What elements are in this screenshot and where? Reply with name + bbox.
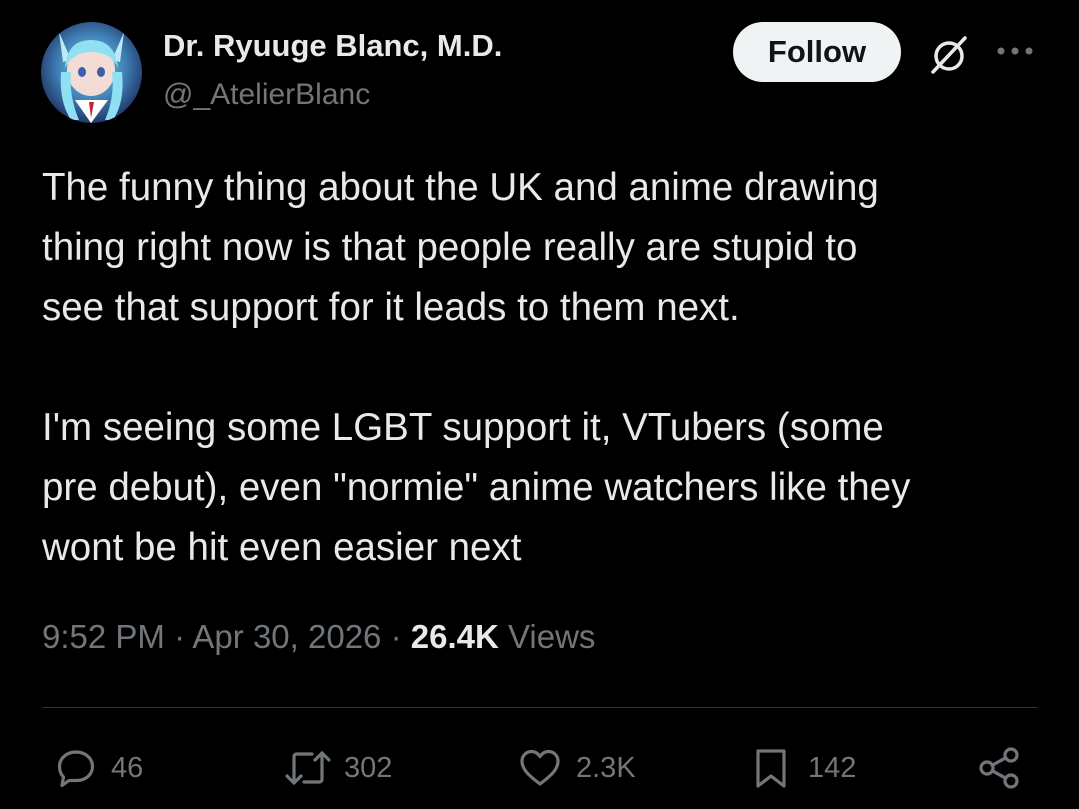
author-handle[interactable]: @_AtelierBlanc bbox=[163, 78, 370, 112]
like-button[interactable]: 2.3K bbox=[518, 740, 636, 796]
bookmark-icon bbox=[756, 749, 786, 788]
follow-button[interactable]: Follow bbox=[733, 22, 901, 82]
tweet-line: wont be hit even easier next bbox=[42, 526, 522, 569]
bookmark-button[interactable]: 142 bbox=[752, 740, 856, 796]
repost-count: 302 bbox=[344, 751, 393, 784]
reply-icon bbox=[57, 750, 95, 788]
tweet-time[interactable]: 9:52 PM bbox=[42, 618, 165, 655]
share-button[interactable] bbox=[976, 740, 1022, 796]
author-display-name[interactable]: Dr. Ryuuge Blanc, M.D. bbox=[163, 28, 502, 64]
share-icon bbox=[979, 747, 1019, 789]
tweet-meta: 9:52 PM · Apr 30, 2026 · 26.4K Views bbox=[42, 618, 595, 656]
views-count: 26.4K bbox=[410, 618, 499, 655]
meta-separator: · bbox=[164, 618, 193, 655]
avatar-image bbox=[59, 32, 124, 123]
heart-icon bbox=[520, 749, 560, 786]
reply-button[interactable]: 46 bbox=[55, 740, 143, 796]
tweet-text: The funny thing about the UK and anime d… bbox=[42, 158, 1042, 578]
tweet-line: pre debut), even "normie" anime watchers… bbox=[42, 466, 911, 509]
repost-button[interactable]: 302 bbox=[284, 740, 392, 796]
tweet-line: thing right now is that people really ar… bbox=[42, 226, 858, 269]
more-dots-icon[interactable] bbox=[994, 44, 1036, 58]
bookmark-count: 142 bbox=[808, 751, 857, 784]
tweet-line: I'm seeing some LGBT support it, VTubers… bbox=[42, 406, 884, 449]
repost-icon bbox=[285, 751, 331, 785]
avatar[interactable] bbox=[41, 22, 142, 123]
grok-slash-icon[interactable] bbox=[925, 30, 973, 78]
tweet-date[interactable]: Apr 30, 2026 bbox=[192, 618, 381, 655]
meta-separator: · bbox=[381, 618, 411, 655]
divider bbox=[42, 707, 1038, 708]
views-label: Views bbox=[498, 618, 596, 655]
tweet-line: The funny thing about the UK and anime d… bbox=[42, 166, 879, 209]
tweet-line: see that support for it leads to them ne… bbox=[42, 286, 740, 329]
like-count: 2.3K bbox=[576, 751, 636, 784]
reply-count: 46 bbox=[111, 751, 144, 784]
